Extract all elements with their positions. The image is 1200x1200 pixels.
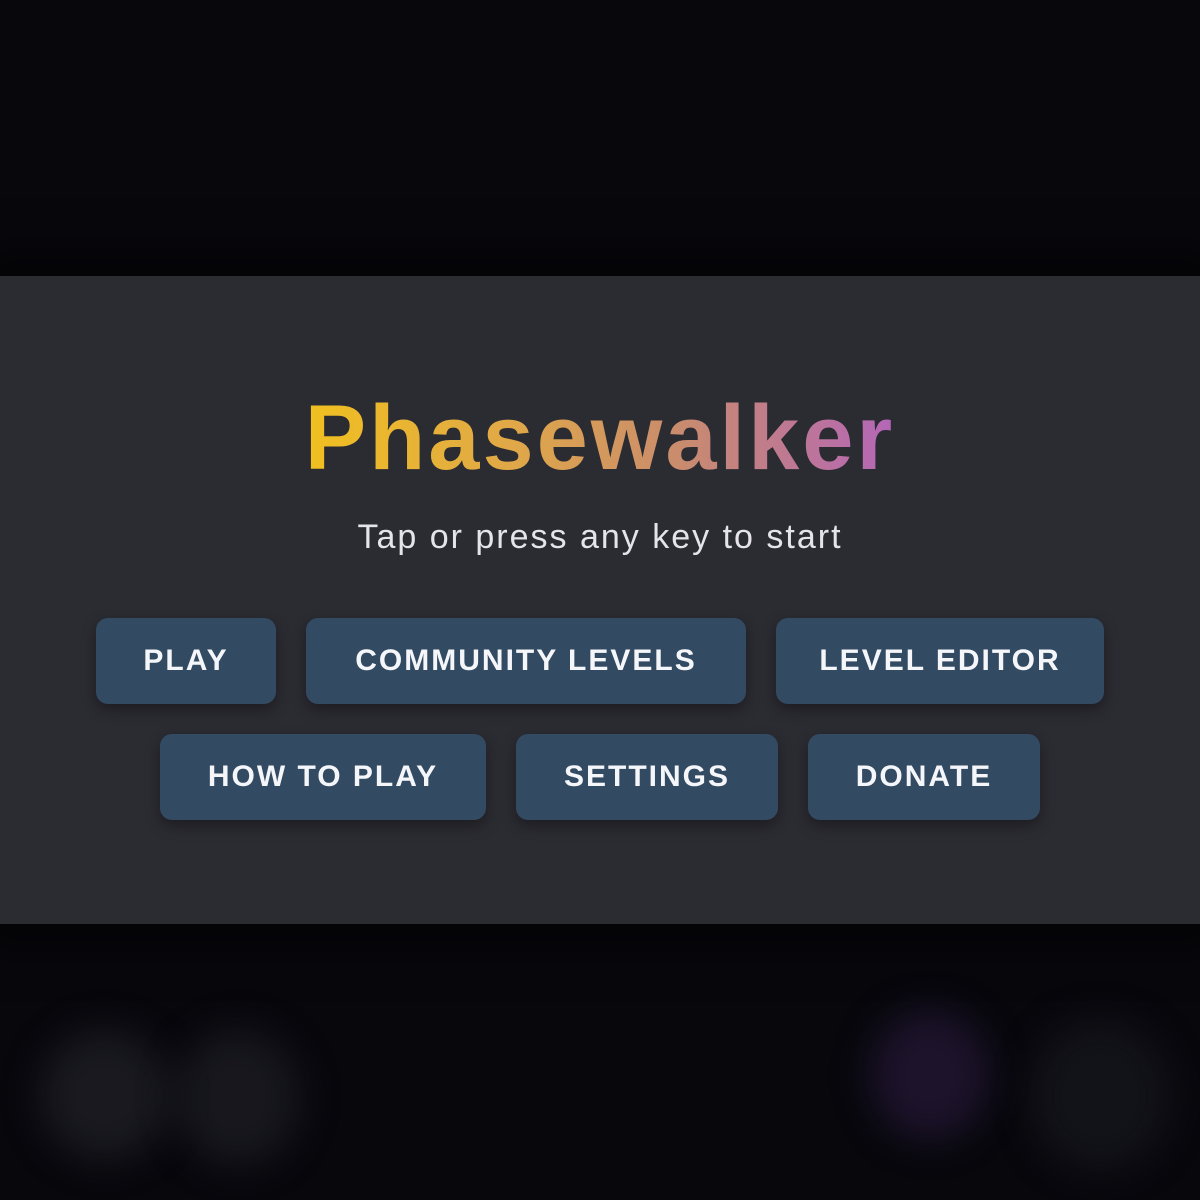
game-title: Phasewalker — [0, 388, 1200, 488]
blurred-game-object — [40, 1030, 170, 1160]
settings-button[interactable]: SETTINGS — [516, 734, 778, 820]
game-title-text: Phasewalker — [304, 387, 896, 489]
community-levels-button[interactable]: COMMUNITY LEVELS — [306, 618, 746, 704]
donate-button[interactable]: DONATE — [808, 734, 1040, 820]
game-screen[interactable]: Phasewalker Tap or press any key to star… — [0, 0, 1200, 1200]
blurred-game-object — [870, 1010, 990, 1140]
play-button-label: PLAY — [143, 644, 229, 677]
blurred-game-object — [1030, 1020, 1170, 1170]
blurred-game-object — [175, 1030, 300, 1165]
how-to-play-button[interactable]: HOW TO PLAY — [160, 734, 486, 820]
level-editor-button-label: LEVEL EDITOR — [819, 644, 1061, 677]
start-prompt: Tap or press any key to start — [357, 518, 843, 556]
community-levels-button-label: COMMUNITY LEVELS — [355, 644, 697, 677]
donate-button-label: DONATE — [855, 760, 993, 793]
settings-button-label: SETTINGS — [563, 760, 730, 793]
main-menu-panel: Phasewalker Tap or press any key to star… — [0, 276, 1200, 924]
level-editor-button[interactable]: LEVEL EDITOR — [776, 618, 1104, 704]
play-button[interactable]: PLAY — [96, 618, 276, 704]
how-to-play-button-label: HOW TO PLAY — [207, 760, 439, 793]
